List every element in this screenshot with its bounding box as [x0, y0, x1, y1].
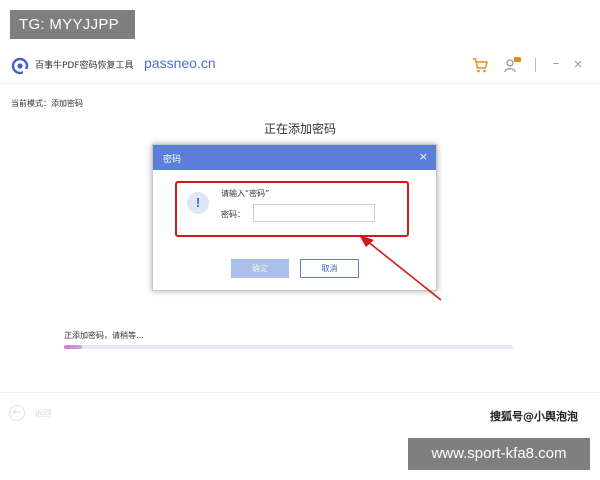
password-input[interactable]: [253, 204, 375, 222]
site-watermark: www.sport-kfa8.com: [408, 438, 590, 470]
dialog-prompt: 请输入“密码”: [221, 189, 270, 198]
back-label: 返回: [35, 408, 51, 418]
info-icon: !: [187, 192, 209, 214]
page-heading: 正在添加密码: [263, 122, 336, 136]
app-logo-icon: [11, 57, 29, 75]
dialog-header: 密码 ×: [153, 145, 436, 170]
back-button[interactable]: ← 返回: [9, 404, 69, 422]
tg-watermark: TG: MYYJJPP: [10, 10, 135, 39]
cart-icon[interactable]: [471, 56, 489, 74]
dialog-close-icon[interactable]: ×: [419, 150, 428, 164]
toolbar-divider: [535, 58, 536, 72]
progress-track: [64, 345, 513, 349]
password-field-label: 密码：: [221, 210, 245, 219]
app-brand: passneo.cn: [144, 55, 216, 71]
dialog-title: 密码: [163, 155, 182, 165]
title-bar: 百事牛PDF密码恢复工具 passneo.cn – ×: [0, 48, 600, 84]
back-arrow-icon: ←: [9, 405, 25, 421]
user-vip-icon[interactable]: [503, 56, 521, 74]
progress-label: 正添加密码，请稍等...: [64, 331, 144, 340]
sohu-tag: 搜狐号@小舆泡泡: [490, 410, 578, 423]
mode-label: 当前模式：添加密码: [11, 99, 83, 108]
cancel-button[interactable]: 取消: [300, 259, 359, 278]
password-dialog: 密码 × ! 请输入“密码” 密码： 确定 取消: [152, 144, 437, 291]
window-close-icon[interactable]: ×: [571, 56, 585, 72]
app-title: 百事牛PDF密码恢复工具: [35, 61, 134, 71]
ok-button[interactable]: 确定: [231, 259, 289, 278]
progress-fill: [64, 345, 82, 349]
minimize-icon[interactable]: –: [549, 56, 563, 72]
footer-divider: [0, 392, 600, 393]
